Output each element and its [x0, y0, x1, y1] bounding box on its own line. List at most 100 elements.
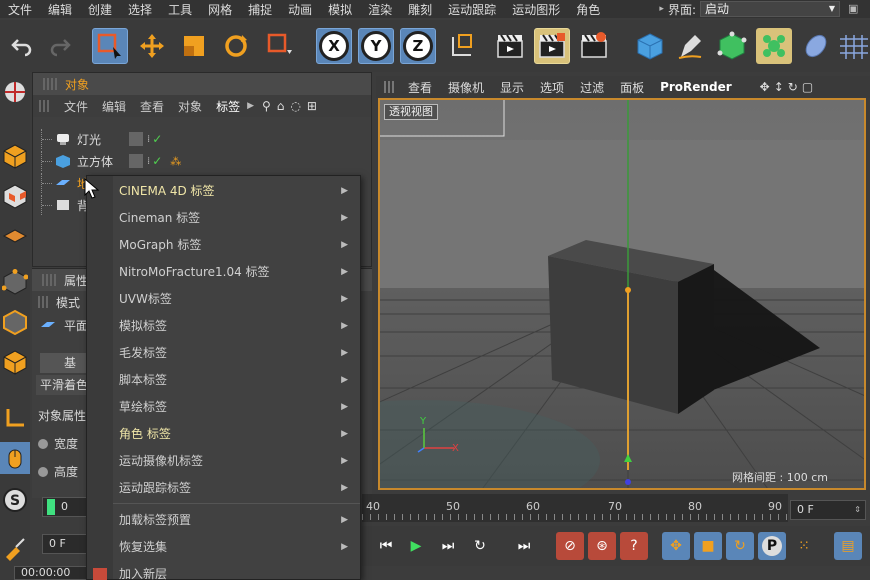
- vp-menu-display[interactable]: 显示: [492, 79, 532, 96]
- key-scale-button[interactable]: ■: [694, 532, 722, 560]
- menu-item-character-tags[interactable]: 角色 标签 ▶: [87, 420, 360, 447]
- grip-icon[interactable]: [43, 78, 57, 90]
- eye-icon[interactable]: ◌: [290, 99, 300, 113]
- menu-sculpt[interactable]: 雕刻: [400, 1, 440, 18]
- texture-mode-button[interactable]: [0, 180, 30, 212]
- menu-item-nitromofracture-tags[interactable]: NitroMoFracture1.04 标签 ▶: [87, 258, 360, 285]
- menu-item-simulation-tags[interactable]: 模拟标签 ▶: [87, 312, 360, 339]
- window-restore-icon[interactable]: ▣: [848, 2, 864, 16]
- workplane-button[interactable]: [0, 220, 30, 252]
- om-menu-file[interactable]: 文件: [57, 98, 95, 115]
- radio-dot-icon[interactable]: [38, 438, 48, 449]
- menu-character[interactable]: 角色: [568, 1, 608, 18]
- menu-item-load-tag-preset[interactable]: 加载标签预置 ▶: [87, 506, 360, 533]
- menu-simulate[interactable]: 模拟: [320, 1, 360, 18]
- x-axis-button[interactable]: X: [316, 28, 352, 64]
- undo-button[interactable]: [4, 28, 40, 64]
- coordinate-system-button[interactable]: [442, 28, 478, 64]
- redo-button[interactable]: [42, 28, 78, 64]
- snap-button[interactable]: S: [0, 484, 30, 516]
- key-parameter-button[interactable]: P: [758, 532, 786, 560]
- om-menu-object[interactable]: 对象: [171, 98, 209, 115]
- layout-select[interactable]: 启动 ▼: [700, 1, 840, 17]
- menu-item-hair-tags[interactable]: 毛发标签 ▶: [87, 339, 360, 366]
- enabled-check-icon[interactable]: ✓: [152, 154, 162, 168]
- subdivision-button[interactable]: [714, 28, 750, 64]
- polygons-mode-button[interactable]: [0, 346, 30, 378]
- object-row-light[interactable]: 灯光 ⁞ ✓: [41, 129, 162, 149]
- floor-button[interactable]: [838, 28, 868, 64]
- tweak-mode-button[interactable]: [0, 442, 30, 474]
- menu-create[interactable]: 创建: [80, 1, 120, 18]
- render-view-button[interactable]: [492, 28, 528, 64]
- key-rotation-button[interactable]: ↻: [726, 532, 754, 560]
- menu-edit[interactable]: 编辑: [40, 1, 80, 18]
- menu-item-restore-selection[interactable]: 恢复选集 ▶: [87, 533, 360, 560]
- menu-animate[interactable]: 动画: [280, 1, 320, 18]
- vp-menu-cameras[interactable]: 摄像机: [440, 79, 492, 96]
- z-axis-button[interactable]: Z: [400, 28, 436, 64]
- menu-item-cinema4d-tags[interactable]: CINEMA 4D 标签 ▶: [87, 177, 360, 204]
- vp-menu-options[interactable]: 选项: [532, 79, 572, 96]
- grip-icon[interactable]: [39, 100, 49, 112]
- menu-item-uvw-tags[interactable]: UVW标签 ▶: [87, 285, 360, 312]
- timeline-window-button[interactable]: ▤: [834, 532, 862, 560]
- keyframe-selection-button[interactable]: ?: [620, 532, 648, 560]
- scale-button[interactable]: [176, 28, 212, 64]
- object-row-background[interactable]: 背: [41, 195, 89, 215]
- menu-mograph[interactable]: 运动图形: [504, 1, 568, 18]
- rotate-button[interactable]: [218, 28, 254, 64]
- vp-menu-panel[interactable]: 面板: [612, 79, 652, 96]
- mograph-cloner-button[interactable]: [756, 28, 792, 64]
- viewport[interactable]: Y X: [378, 98, 866, 490]
- live-selection-button[interactable]: [92, 28, 128, 64]
- deformer-button[interactable]: [798, 28, 834, 64]
- move-button[interactable]: [134, 28, 170, 64]
- attr-menu-mode[interactable]: 模式: [56, 294, 80, 311]
- menu-snap[interactable]: 捕捉: [240, 1, 280, 18]
- om-menu-edit[interactable]: 编辑: [95, 98, 133, 115]
- go-to-end-button[interactable]: ⏭: [510, 532, 538, 560]
- key-position-button[interactable]: ✥: [662, 532, 690, 560]
- axis-mode-button[interactable]: [0, 402, 30, 434]
- menu-tools[interactable]: 工具: [160, 1, 200, 18]
- menu-render[interactable]: 渲染: [360, 1, 400, 18]
- menu-item-cineman-tags[interactable]: Cineman 标签 ▶: [87, 204, 360, 231]
- phong-tag-icon[interactable]: ⁂: [170, 155, 181, 168]
- menu-item-script-tags[interactable]: 脚本标签 ▶: [87, 366, 360, 393]
- pan-view-icon[interactable]: ✥: [760, 80, 770, 94]
- visibility-toggle-icon[interactable]: [129, 132, 143, 146]
- play-button[interactable]: ▶: [402, 532, 430, 560]
- menu-item-mograph-tags[interactable]: MoGraph 标签 ▶: [87, 231, 360, 258]
- end-frame-field[interactable]: 0 F ⇕: [790, 500, 866, 520]
- vp-menu-prorender[interactable]: ProRender: [652, 80, 740, 94]
- viewport-view-label[interactable]: 透视视图: [384, 104, 438, 120]
- menu-item-motion-camera-tags[interactable]: 运动摄像机标签 ▶: [87, 447, 360, 474]
- vp-menu-view[interactable]: 查看: [400, 79, 440, 96]
- zoom-view-icon[interactable]: ↕: [774, 80, 784, 94]
- om-menu-view[interactable]: 查看: [133, 98, 171, 115]
- render-settings-button[interactable]: [576, 28, 612, 64]
- rotate-view-icon[interactable]: ↻: [788, 80, 798, 94]
- menu-mesh[interactable]: 网格: [200, 1, 240, 18]
- object-row-cube[interactable]: 立方体 ⁞ ✓ ⁂: [41, 151, 181, 171]
- radio-dot-icon[interactable]: [38, 466, 48, 477]
- om-menu-tags[interactable]: 标签: [209, 98, 247, 115]
- points-mode-button[interactable]: [0, 266, 30, 298]
- visibility-dots-icon[interactable]: ⁞: [147, 156, 150, 167]
- menu-item-add-to-new-layer[interactable]: 加入新层: [87, 564, 360, 580]
- y-axis-button[interactable]: Y: [358, 28, 394, 64]
- timeline-ruler[interactable]: 40 50 60 70 80 90: [362, 494, 788, 522]
- grip-icon[interactable]: [384, 81, 394, 93]
- menu-item-motion-tracking-tags[interactable]: 运动跟踪标签 ▶: [87, 474, 360, 501]
- pen-spline-button[interactable]: [672, 28, 708, 64]
- grip-icon[interactable]: [42, 274, 56, 286]
- record-active-objects-button[interactable]: ⊘: [556, 532, 584, 560]
- key-point-level-button[interactable]: ⁙: [790, 532, 818, 560]
- previous-keyframe-button[interactable]: ⏮: [372, 532, 400, 560]
- cube-primitive-button[interactable]: [632, 28, 668, 64]
- new-window-icon[interactable]: ⊞: [307, 99, 317, 113]
- home-icon[interactable]: ⌂: [277, 99, 285, 113]
- menu-select[interactable]: 选择: [120, 1, 160, 18]
- stepper-arrows-icon[interactable]: ⇕: [854, 501, 861, 519]
